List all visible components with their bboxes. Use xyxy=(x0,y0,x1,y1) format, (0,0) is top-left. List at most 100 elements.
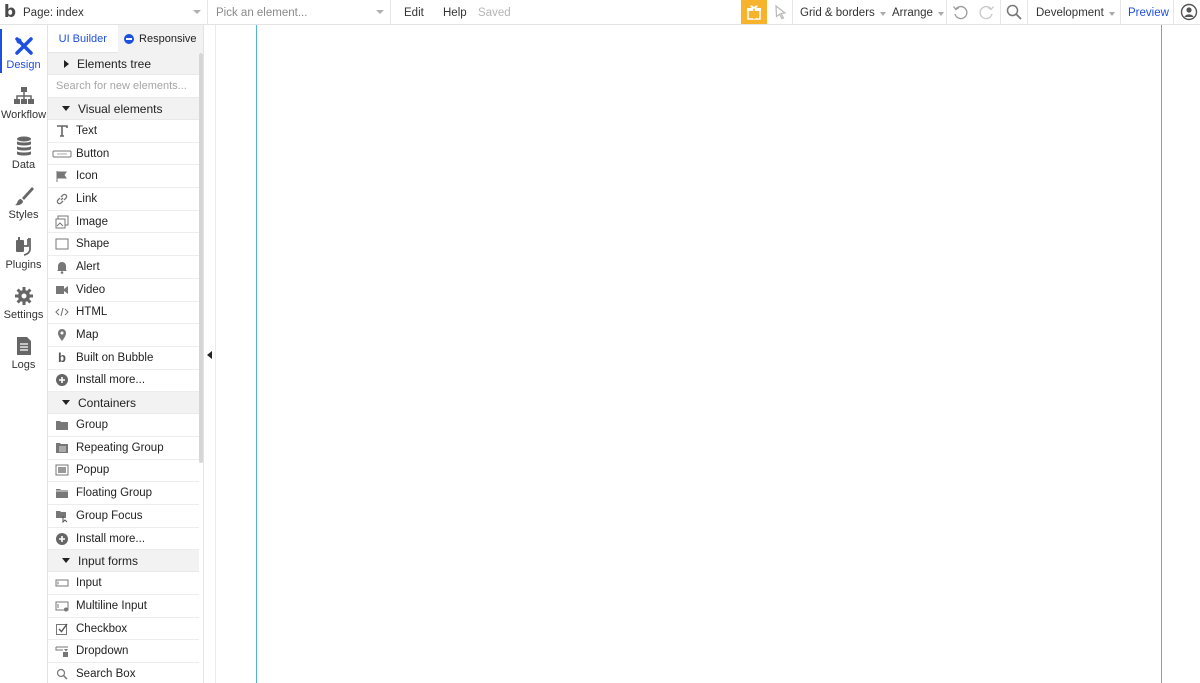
element-label: Shape xyxy=(76,238,110,251)
element-link[interactable]: Link xyxy=(48,188,199,211)
nav-logs[interactable]: Logs xyxy=(0,325,47,375)
gift-button[interactable] xyxy=(741,0,767,24)
element-group-focus[interactable]: Group Focus xyxy=(48,505,199,528)
element-text[interactable]: Text xyxy=(48,120,199,143)
palette-tabs: UI Builder Responsive xyxy=(48,25,203,53)
dropdown-icon xyxy=(48,644,76,658)
bubble-logo[interactable]: b xyxy=(1,0,19,25)
caret-down-icon xyxy=(62,106,70,111)
grid-borders-dropdown[interactable]: Grid & borders xyxy=(800,0,886,25)
top-toolbar: b Page: index Pick an element... Edit He… xyxy=(0,0,1200,25)
input-forms-header[interactable]: Input forms xyxy=(48,550,199,573)
element-shape[interactable]: Shape xyxy=(48,233,199,257)
element-checkbox[interactable]: Checkbox xyxy=(48,618,199,641)
nav-styles-label: Styles xyxy=(8,209,39,221)
element-label: Alert xyxy=(76,260,100,273)
element-image[interactable]: Image xyxy=(48,211,199,234)
element-button[interactable]: Button xyxy=(48,143,199,166)
nav-styles[interactable]: Styles xyxy=(0,175,47,225)
help-menu[interactable]: Help xyxy=(443,0,467,25)
chevron-down-icon xyxy=(937,11,944,16)
element-install-more-visual[interactable]: Install more... xyxy=(48,370,199,393)
element-label: Group xyxy=(76,419,108,432)
nav-data[interactable]: Data xyxy=(0,125,47,175)
nav-workflow[interactable]: Workflow xyxy=(0,75,47,125)
element-map[interactable]: Map xyxy=(48,324,199,347)
environment-dropdown[interactable]: Development xyxy=(1036,0,1115,25)
tab-responsive-label: Responsive xyxy=(139,33,197,45)
nav-design[interactable]: Design xyxy=(0,25,47,75)
cursor-icon[interactable] xyxy=(772,3,790,21)
text-icon xyxy=(48,124,76,138)
element-video[interactable]: Video xyxy=(48,279,199,302)
page-selector-label: Page: index xyxy=(23,6,84,19)
input-icon xyxy=(48,576,76,590)
element-multiline-input[interactable]: Multiline Input xyxy=(48,595,199,618)
palette-scrollbar[interactable] xyxy=(199,53,203,463)
element-label: Dropdown xyxy=(76,645,129,658)
element-built-on-bubble[interactable]: b Built on Bubble xyxy=(48,347,199,370)
toolbar-divider xyxy=(1173,0,1174,25)
checkbox-icon xyxy=(48,622,76,636)
collapse-palette-icon[interactable] xyxy=(207,351,212,359)
environment-label: Development xyxy=(1036,6,1104,19)
element-install-more-containers[interactable]: Install more... xyxy=(48,528,199,551)
element-html[interactable]: HTML xyxy=(48,302,199,325)
design-icon xyxy=(14,37,33,55)
left-nav-rail: Design Workflow Data Styles Plugins Sett… xyxy=(0,25,48,683)
toolbar-divider xyxy=(792,0,793,25)
element-repeating-group[interactable]: Repeating Group xyxy=(48,437,199,460)
arrange-dropdown[interactable]: Arrange xyxy=(892,0,944,25)
element-floating-group[interactable]: Floating Group xyxy=(48,482,199,505)
nav-settings[interactable]: Settings xyxy=(0,275,47,325)
bubble-logo-icon: b xyxy=(58,350,66,366)
undo-icon[interactable] xyxy=(951,3,969,21)
edit-menu[interactable]: Edit xyxy=(404,0,424,25)
element-popup[interactable]: Popup xyxy=(48,460,199,483)
element-label: Image xyxy=(76,215,108,228)
toolbar-divider xyxy=(1120,0,1121,25)
tab-ui-builder[interactable]: UI Builder xyxy=(48,25,118,53)
chevron-down-icon xyxy=(879,11,886,16)
focus-folder-icon xyxy=(48,509,76,523)
chevron-down-icon xyxy=(1108,11,1115,16)
element-picker[interactable]: Pick an element... xyxy=(209,0,391,25)
element-label: Link xyxy=(76,192,98,205)
redo-icon[interactable] xyxy=(978,3,996,21)
preview-button[interactable]: Preview xyxy=(1128,0,1169,25)
grid-borders-label: Grid & borders xyxy=(800,6,875,19)
element-input[interactable]: Input xyxy=(48,572,199,596)
map-pin-icon xyxy=(48,328,76,342)
code-icon xyxy=(48,305,76,319)
search-icon[interactable] xyxy=(1005,3,1023,21)
tab-responsive[interactable]: Responsive xyxy=(117,25,203,53)
saved-status: Saved xyxy=(478,6,511,19)
link-icon xyxy=(48,192,76,206)
nav-plugins[interactable]: Plugins xyxy=(0,225,47,275)
page-canvas[interactable] xyxy=(256,25,1162,683)
visual-elements-header[interactable]: Visual elements xyxy=(48,98,199,120)
floating-folder-icon xyxy=(48,486,76,500)
elements-tree-toggle[interactable]: Elements tree xyxy=(48,53,199,75)
element-dropdown[interactable]: Dropdown xyxy=(48,640,199,664)
nav-data-label: Data xyxy=(11,159,36,171)
element-alert[interactable]: Alert xyxy=(48,256,199,279)
element-label: Install more... xyxy=(76,374,146,387)
editor-canvas-area xyxy=(215,25,1200,683)
workflow-icon xyxy=(13,87,34,104)
element-search-input[interactable]: Search for new elements... xyxy=(48,75,199,98)
containers-header[interactable]: Containers xyxy=(48,392,199,415)
element-group[interactable]: Group xyxy=(48,414,199,437)
input-forms-label: Input forms xyxy=(78,553,139,568)
bell-icon xyxy=(48,260,76,274)
flag-icon xyxy=(48,169,76,183)
button-icon xyxy=(48,147,76,161)
element-icon[interactable]: Icon xyxy=(48,165,199,189)
arrange-label: Arrange xyxy=(892,6,933,19)
toolbar-divider xyxy=(946,0,947,25)
element-search-box[interactable]: Search Box xyxy=(48,663,199,683)
containers-label: Containers xyxy=(78,395,137,410)
page-selector[interactable]: Page: index xyxy=(18,0,208,25)
caret-right-icon xyxy=(64,59,69,68)
account-icon[interactable] xyxy=(1180,3,1198,21)
